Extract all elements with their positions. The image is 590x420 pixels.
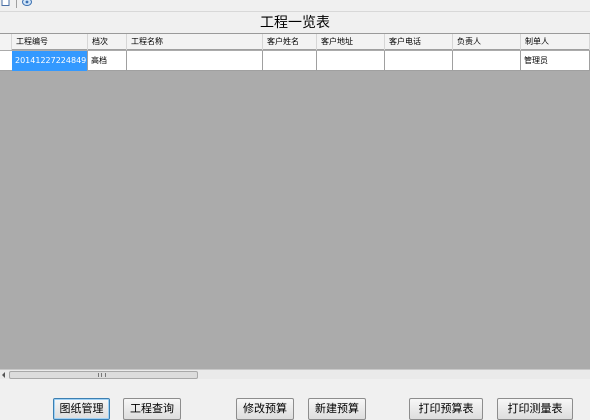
project-query-button[interactable]: 工程查询	[123, 398, 181, 420]
column-header-customer-address[interactable]: 客户地址	[317, 34, 385, 50]
cell-manager[interactable]	[453, 51, 521, 71]
column-header-customer-name[interactable]: 客户姓名	[263, 34, 317, 50]
toolbar-separator	[16, 0, 17, 8]
column-header-customer-phone[interactable]: 客户电话	[385, 34, 453, 50]
project-grid[interactable]: 工程编号 档次 工程名称 客户姓名 客户地址 客户电话 负责人 制单人 2014…	[0, 33, 590, 369]
grip-icon	[98, 373, 106, 377]
column-header-project-id[interactable]: 工程编号	[12, 34, 88, 50]
cell-customer-name[interactable]	[263, 51, 317, 71]
print-budget-button[interactable]: 打印预算表	[409, 398, 483, 420]
page-title: 工程一览表	[260, 15, 330, 31]
modify-budget-button[interactable]: 修改预算	[236, 398, 294, 420]
print-survey-button[interactable]: 打印测量表	[497, 398, 573, 420]
toolbar	[0, 0, 590, 10]
scroll-left-button[interactable]	[0, 370, 9, 379]
horizontal-scrollbar[interactable]	[0, 369, 590, 379]
grid-corner	[0, 34, 12, 50]
cell-creator[interactable]: 管理员	[521, 51, 590, 71]
document-icon[interactable]	[1, 0, 13, 8]
cell-customer-address[interactable]	[317, 51, 385, 71]
refresh-icon[interactable]	[21, 0, 33, 8]
cell-grade[interactable]: 高档	[88, 51, 127, 71]
chevron-left-icon	[2, 372, 5, 378]
scrollbar-thumb[interactable]	[9, 371, 198, 379]
column-header-manager[interactable]: 负责人	[453, 34, 521, 50]
new-budget-button[interactable]: 新建预算	[308, 398, 366, 420]
column-header-project-name[interactable]: 工程名称	[127, 34, 263, 50]
grid-header: 工程编号 档次 工程名称 客户姓名 客户地址 客户电话 负责人 制单人	[0, 34, 590, 50]
cell-project-id[interactable]: 20141227224849	[12, 51, 88, 71]
drawing-management-button[interactable]: 图纸管理	[53, 398, 110, 420]
cell-customer-phone[interactable]	[385, 51, 453, 71]
table-row[interactable]: 20141227224849 高档 管理员	[0, 51, 590, 71]
cell-project-name[interactable]	[127, 51, 263, 71]
column-header-grade[interactable]: 档次	[88, 34, 127, 50]
title-bar: 工程一览表	[0, 11, 590, 33]
button-bar: 图纸管理 工程查询 修改预算 新建预算 打印预算表 打印测量表	[0, 380, 590, 420]
column-header-creator[interactable]: 制单人	[521, 34, 590, 50]
